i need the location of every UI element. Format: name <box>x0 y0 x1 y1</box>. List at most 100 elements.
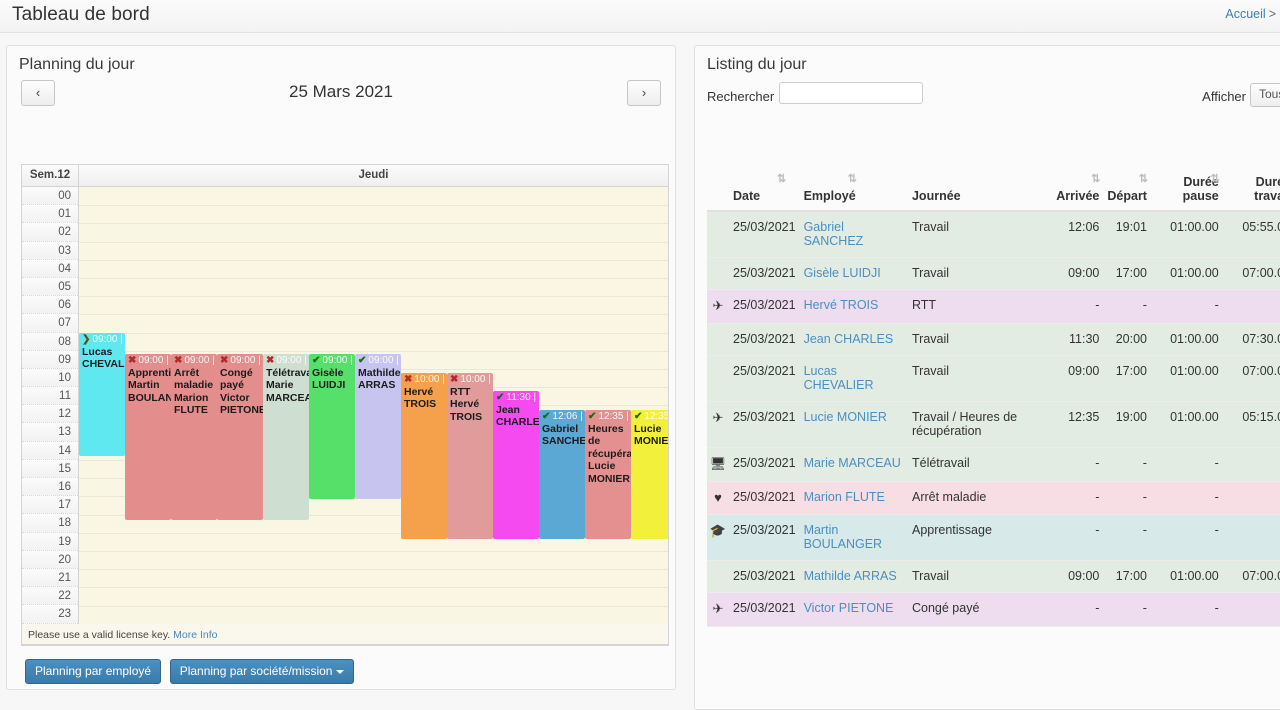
sort-icon[interactable]: ⇅ <box>1211 172 1219 185</box>
column-header-duree_travail[interactable]: ⇅Durée travail <box>1223 171 1280 211</box>
column-header-depart[interactable]: ⇅ Départ <box>1103 171 1151 211</box>
calendar-hour-10: 10 <box>22 369 78 387</box>
column-header-arrivee[interactable]: ⇅Arrivée <box>1052 171 1103 211</box>
cell-date: 25/03/2021 <box>729 211 800 258</box>
employee-link[interactable]: Lucas CHEVALIER <box>804 364 874 392</box>
afficher-select[interactable]: Tous <box>1250 83 1280 107</box>
calendar-event[interactable]: ✔12:35 | LucieMONIER <box>631 410 668 539</box>
cell-duree-travail: - <box>1223 448 1280 482</box>
dashboard-page: Tableau de bord Accueil> Planning du jou… <box>0 0 1280 710</box>
column-header-duree_pause[interactable]: ⇅Durée pause <box>1151 171 1223 211</box>
cell-depart: 17:00 <box>1103 356 1151 402</box>
check-icon: ✔ <box>312 355 320 366</box>
calendar-hour-column: 0001020304050607080910111213141516171819… <box>22 187 79 624</box>
calendar-event-time: ✖10:00 | <box>404 374 445 386</box>
column-header-date[interactable]: ⇅Date <box>729 171 800 211</box>
cell-arrivee: 12:06 <box>1052 211 1103 258</box>
employee-link[interactable]: Martin BOULANGER <box>804 523 883 551</box>
column-header-label: Départ <box>1107 189 1147 203</box>
table-row[interactable]: 25/03/2021Lucas CHEVALIERTravail09:0017:… <box>707 356 1280 402</box>
cell-date: 25/03/2021 <box>729 356 800 402</box>
sort-icon[interactable]: ⇅ <box>848 172 856 185</box>
calendar-event-label: ApprentissageMartinBOULANGER <box>128 367 169 404</box>
cell-arrivee: - <box>1052 448 1103 482</box>
calendar-event[interactable]: ✔11:30 | ▦ 19Jean CHARLES <box>493 391 539 539</box>
check-icon: ✔ <box>588 411 596 422</box>
cell-depart: - <box>1103 515 1151 561</box>
sort-icon[interactable]: ⇅ <box>1139 172 1147 185</box>
heart-icon: ♥ <box>707 482 729 515</box>
cell-date: 25/03/2021 <box>729 290 800 324</box>
check-icon: ✔ <box>496 392 504 403</box>
calendar-event[interactable]: ❯09:00 | ❯ 17LucasCHEVALIER <box>79 333 125 456</box>
planning-by-employee-button[interactable]: Planning par employé <box>25 659 161 684</box>
calendar-event[interactable]: ✖09:00 | ApprentissageMartinBOULANGER <box>125 354 171 520</box>
calendar-event-label: Arrêt maladieMarion FLUTE <box>174 367 215 417</box>
employee-link[interactable]: Hervé TROIS <box>804 298 879 312</box>
next-day-button[interactable]: › <box>627 80 661 106</box>
cell-duree-travail: 07:00.00 <box>1223 561 1280 593</box>
cell-employee: Jean CHARLES <box>800 324 908 356</box>
employee-link[interactable]: Gisèle LUIDJI <box>804 266 881 280</box>
calendar-event[interactable]: ✖09:00 | TélétravailMarieMARCEAU <box>263 354 309 520</box>
calendar-event[interactable]: ✖09:00 | Arrêt maladieMarion FLUTE <box>171 354 217 520</box>
table-row[interactable]: 25/03/2021Gisèle LUIDJITravail09:0017:00… <box>707 258 1280 290</box>
calendar-hour-05: 05 <box>22 278 78 296</box>
cell-arrivee: 11:30 <box>1052 324 1103 356</box>
table-row[interactable]: 25/03/2021Gabriel SANCHEZTravail12:0619:… <box>707 211 1280 258</box>
employee-link[interactable]: Mathilde ARRAS <box>804 569 897 583</box>
calendar-event[interactable]: ✔12:06 | GabrielSANCHEZ <box>539 410 585 539</box>
table-row[interactable]: 🖥25/03/2021Marie MARCEAUTélétravail---- <box>707 448 1280 482</box>
calendar-event-time: ✔09:00 | <box>312 355 353 367</box>
calendar-hour-15: 15 <box>22 460 78 478</box>
calendar-event[interactable]: ✔09:00 | Gisèle LUIDJI <box>309 354 355 499</box>
cell-arrivee: - <box>1052 593 1103 627</box>
cell-date: 25/03/2021 <box>729 593 800 627</box>
calendar-event-time: ✔12:06 | <box>542 411 583 423</box>
employee-link[interactable]: Victor PIETONE <box>804 601 894 615</box>
cell-arrivee: - <box>1052 515 1103 561</box>
calendar-event-label: GabrielSANCHEZ <box>542 423 583 448</box>
calendar-day-column[interactable]: ❯09:00 | ❯ 17LucasCHEVALIER✖09:00 | Appr… <box>79 187 668 624</box>
column-header-label: Employé <box>804 189 856 203</box>
table-row[interactable]: 25/03/2021Mathilde ARRASTravail09:0017:0… <box>707 561 1280 593</box>
employee-link[interactable]: Gabriel SANCHEZ <box>804 220 864 248</box>
sort-icon[interactable]: ⇅ <box>777 172 785 185</box>
table-row[interactable]: 🎓25/03/2021Martin BOULANGERApprentissage… <box>707 515 1280 561</box>
sort-icon[interactable]: ⇅ <box>1091 172 1099 185</box>
cell-duree-pause: - <box>1151 448 1223 482</box>
cell-duree-pause: - <box>1151 482 1223 515</box>
planning-by-company-button[interactable]: Planning par société/mission <box>170 659 355 684</box>
table-row[interactable]: ✈25/03/2021Victor PIETONECongé payé---- <box>707 593 1280 627</box>
cell-employee: Marie MARCEAU <box>800 448 908 482</box>
calendar-event[interactable]: ✔12:35 | Heures de récupérationLucie MON… <box>585 410 631 539</box>
table-row[interactable]: ✈25/03/2021Hervé TROISRTT---- <box>707 290 1280 324</box>
cell-date: 25/03/2021 <box>729 482 800 515</box>
table-row[interactable]: 25/03/2021Jean CHARLESTravail11:3020:000… <box>707 324 1280 356</box>
license-more-info-link[interactable]: More Info <box>173 629 217 641</box>
employee-link[interactable]: Marion FLUTE <box>804 490 885 504</box>
calendar-event-label: LucasCHEVALIER <box>82 346 123 371</box>
row-icon-empty <box>707 324 729 356</box>
calendar-event[interactable]: ✖09:00 | Congé payéVictorPIETONE <box>217 354 263 520</box>
check-icon: ✔ <box>634 411 642 422</box>
calendar-event[interactable]: ✖10:00 | ▦ 19RTTHervé TROIS <box>447 373 493 539</box>
calendar-event[interactable]: ✖10:00 | Hervé TROIS <box>401 373 447 539</box>
employee-link[interactable]: Jean CHARLES <box>804 332 894 346</box>
calendar-event[interactable]: ✔09:00 | ▦ 17MathildeARRAS <box>355 354 401 499</box>
calendar-event-time: ❯09:00 | ❯ 17 <box>82 334 123 346</box>
calendar-event-label: Hervé TROIS <box>404 386 445 411</box>
calendar-hour-16: 16 <box>22 478 78 496</box>
calendar-gridline <box>79 296 668 297</box>
search-input[interactable] <box>779 82 923 104</box>
breadcrumb-home-link[interactable]: Accueil <box>1225 7 1265 21</box>
cell-duree-travail: 07:00.00 <box>1223 258 1280 290</box>
employee-link[interactable]: Marie MARCEAU <box>804 456 901 470</box>
employee-link[interactable]: Lucie MONIER <box>804 410 887 424</box>
cell-journee: Congé payé <box>908 593 1052 627</box>
listing-panel: Listing du jour Rechercher : Afficher To… <box>694 45 1280 710</box>
table-row[interactable]: ♥25/03/2021Marion FLUTEArrêt maladie---- <box>707 482 1280 515</box>
table-row[interactable]: ✈25/03/2021Lucie MONIERTravail / Heures … <box>707 402 1280 448</box>
row-icon-empty <box>707 356 729 402</box>
column-header-employe[interactable]: ⇅ Employé <box>800 171 908 211</box>
